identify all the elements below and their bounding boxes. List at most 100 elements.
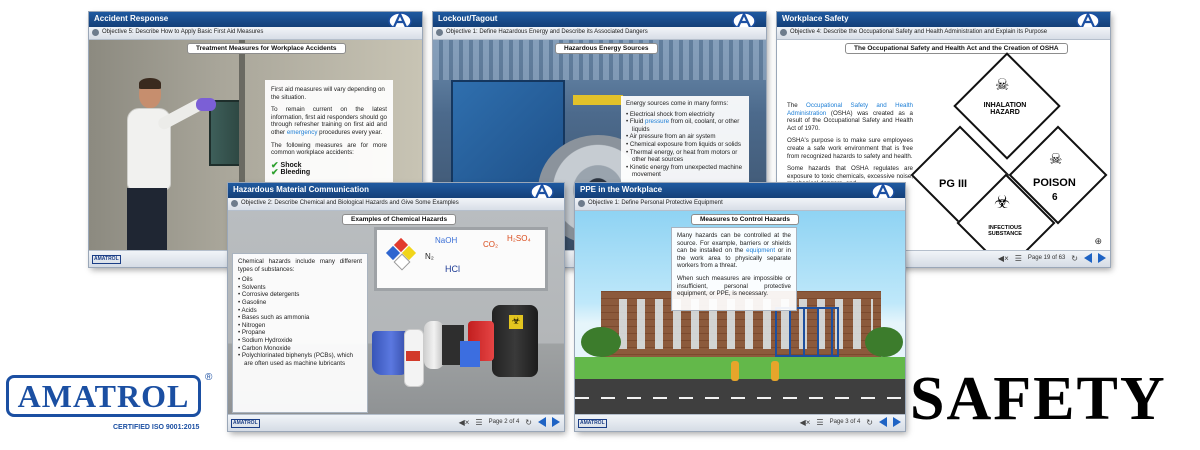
biohazard-icon: ☣ [994,192,1011,212]
chemical-item: • Gasoline [238,299,362,307]
next-arrow-icon[interactable] [893,417,901,427]
chemical-item: • Carbon Monoxide [238,345,362,353]
title-bar: Hazardous Material Communication [228,183,564,201]
mute-icon[interactable]: ◀× [998,254,1009,263]
text: procedures every year. [317,128,383,136]
objective-bar[interactable]: Objective 1: Define Personal Protective … [575,198,905,211]
worker-figure [771,361,779,381]
pg-label: PG III [939,178,968,190]
window-hazardous-material: Hazardous Material Communication Objecti… [228,183,564,431]
objective-bar[interactable]: Objective 2: Describe Chemical and Biolo… [228,198,564,211]
n2-label: N₂ [425,252,434,261]
item-text: Carbon Monoxide [241,344,291,352]
replay-icon[interactable]: ↻ [866,418,873,427]
item-text: Fluid [629,118,646,126]
objective-text: Objective 1: Define Hazardous Energy and… [446,29,648,35]
energy-item: • Thermal energy, or heat from motors or… [626,149,744,164]
objective-text: Objective 2: Describe Chemical and Biolo… [241,200,459,206]
item-link[interactable]: pressure [645,118,669,125]
objective-bar[interactable]: Objective 5: Describe How to Apply Basic… [89,27,422,40]
naoh-label: NaOH [435,236,458,245]
replay-icon[interactable]: ↻ [525,418,532,427]
item-text: Oils [241,276,253,284]
item-text: Corrosive detergents [241,291,300,299]
chemical-item: • Solvents [238,284,362,292]
paragraph-2: OSHA's purpose is to make sure employees… [787,137,913,160]
amatrol-brand: AMATROL ® CERTIFIED ISO 9001:2015 [6,372,216,438]
inhalation-label: INHALATION HAZARD [983,102,1027,116]
whiteboard: NaOH CO₂ H₂SO₄ N₂ HCl [374,227,548,291]
prev-arrow-icon[interactable] [538,417,546,427]
check-item-shock[interactable]: ✔ Shock [271,160,387,170]
item-text: Polychlorinated biphenyls (PCBs), which … [241,352,353,367]
energy-item: • Chemical exposure from liquids or soli… [626,141,744,149]
construction-scaffold [775,307,839,357]
window-ppe: PPE in the Workplace Objective 1: Define… [575,183,905,431]
menu-icon[interactable]: ☰ [475,418,482,427]
placard-group: ☠ INHALATION HAZARD PG III ☠ POISON 6 ☣ … [910,52,1110,251]
chemical-item: • Sodium Hydroxide [238,337,362,345]
hcl-label: HCl [445,264,460,274]
chemical-item: • Bases such as ammonia [238,314,362,322]
item-text: Nitrogen [241,321,266,329]
slide-body: Examples of Chemical Hazards NaOH CO₂ H₂… [228,211,564,415]
window-title: Accident Response [94,14,169,23]
item-text: Bases such as ammonia [241,314,310,322]
menu-icon[interactable]: ☰ [816,418,823,427]
paragraph-3: The following measures are for more comm… [271,141,387,157]
title-bar: PPE in the Workplace [575,183,905,201]
chevron-down-icon[interactable] [436,29,443,36]
zoom-icon[interactable]: ⊕ [1094,236,1102,247]
amatrol-logo: AMATROL [6,375,201,417]
chevron-down-icon[interactable] [92,29,99,36]
biohazard-sign: ☣ [509,315,523,329]
next-arrow-icon[interactable] [552,417,560,427]
check-item-bleeding[interactable]: ✔ Bleeding [271,167,387,178]
slide-heading: Hazardous Energy Sources [555,43,658,54]
skull-icon: ☠ [995,77,1010,94]
window-title: PPE in the Workplace [580,185,663,194]
slide-heading: Measures to Control Hazards [691,214,799,225]
energy-item: • Electrical shock from electricity [626,111,744,119]
prev-arrow-icon[interactable] [1084,253,1092,263]
footer-bar: AMATROL ◀× ☰ Page 2 of 4 ↻ [228,414,564,431]
energy-list: • Electrical shock from electricity • Flu… [626,111,744,179]
yellow-rail [573,95,623,105]
paragraph-1: The Occupational Safety and Health Admin… [787,102,913,132]
item-text: Acids [241,306,257,314]
mute-icon[interactable]: ◀× [800,418,811,427]
worker-hair [139,78,161,89]
mute-icon[interactable]: ◀× [459,418,470,427]
objective-bar[interactable]: Objective 4: Describe the Occupational S… [777,27,1110,40]
check-label: Bleeding [280,169,311,177]
emergency-link[interactable]: emergency [287,129,318,136]
info-panel: Chemical hazards include many different … [232,253,368,413]
page-indicator: Page 3 of 4 [829,419,861,425]
nfpa-diamond [385,237,417,271]
prev-arrow-icon[interactable] [879,417,887,427]
checkmark-icon: ✔ [271,167,279,178]
slide-heading: Examples of Chemical Hazards [342,214,457,225]
worker-figure [731,361,739,381]
title-bar: Workplace Safety [777,12,1110,30]
infectious-label: INFECTIOUS SUBSTANCE [988,225,1022,237]
chemical-item: • Corrosive detergents [238,291,362,299]
item-text: Chemical exposure from liquids or solids [629,140,741,148]
chevron-down-icon[interactable] [578,200,585,207]
replay-icon[interactable]: ↻ [1071,254,1078,263]
energy-item: • Fluid pressure from oil, coolant, or o… [626,118,744,133]
chevron-down-icon[interactable] [231,200,238,207]
menu-icon[interactable]: ☰ [1015,254,1022,263]
chemical-item: • Oils [238,276,362,284]
trees [865,327,903,357]
amatrol-mini-logo: AMATROL [231,419,260,428]
item-text: Propane [241,329,266,337]
placard-number: 6 [1052,192,1058,203]
chevron-down-icon[interactable] [780,29,787,36]
equipment-link[interactable]: equipment [746,247,775,254]
item-text: Kinetic energy from unexpected machine m… [629,163,743,179]
next-arrow-icon[interactable] [1098,253,1106,263]
intro-text: Energy sources come in many forms: [626,100,729,107]
objective-bar[interactable]: Objective 1: Define Hazardous Energy and… [433,27,766,40]
safety-headline: SAFETY [910,365,1167,433]
